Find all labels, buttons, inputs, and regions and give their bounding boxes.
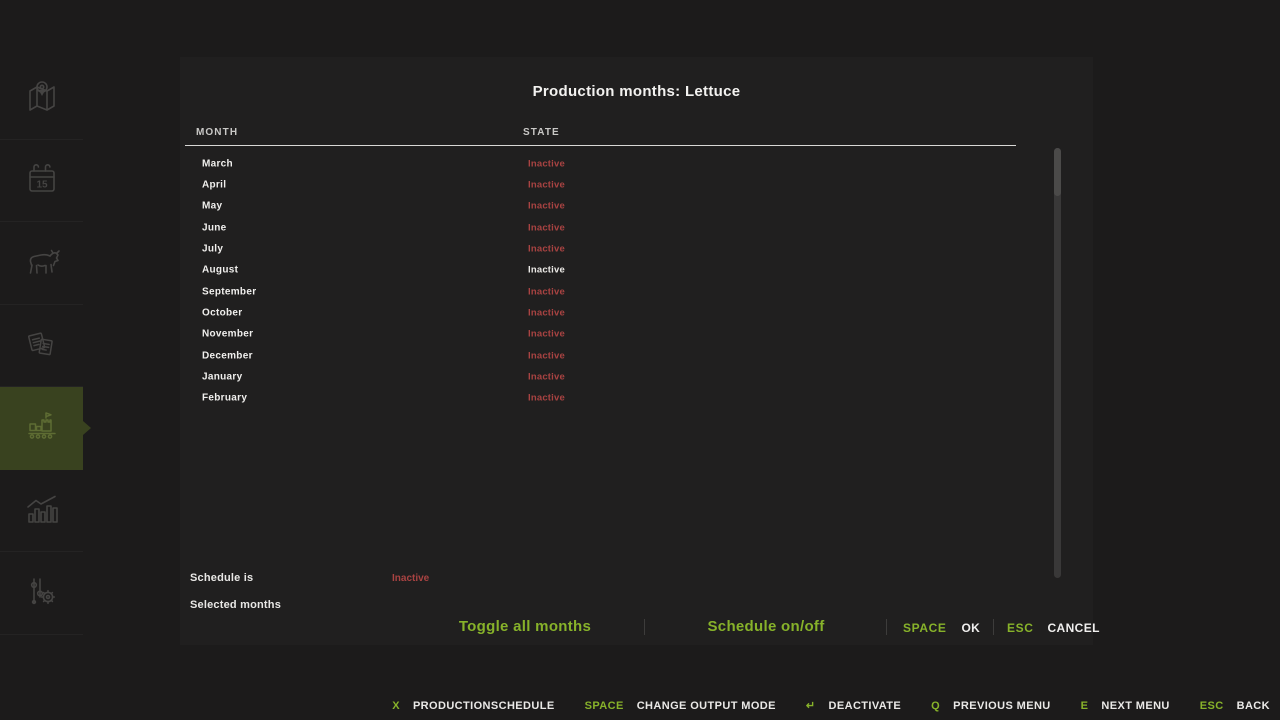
- scrollbar-thumb[interactable]: [1054, 148, 1061, 196]
- month-label: May: [202, 201, 222, 212]
- documents-icon: [20, 323, 64, 367]
- table-row-august-selected[interactable]: August Inactive: [180, 260, 1073, 281]
- table-row-june[interactable]: June Inactive: [180, 217, 1073, 238]
- action-divider: [644, 619, 645, 635]
- month-label: November: [202, 329, 253, 340]
- month-label: January: [202, 372, 242, 383]
- state-value: Inactive: [528, 286, 565, 297]
- enter-key-icon: ↵: [806, 699, 816, 712]
- keybind-help-bar: X PRODUCTIONSCHEDULE SPACE CHANGE OUTPUT…: [392, 699, 1270, 712]
- ok-key-hint: SPACE: [903, 621, 946, 635]
- month-label: June: [202, 222, 227, 233]
- help-production-schedule: X PRODUCTIONSCHEDULE: [392, 700, 554, 712]
- sidebar-nav: 15: [0, 57, 83, 635]
- month-label: October: [202, 308, 242, 319]
- table-scrollbar[interactable]: [1054, 148, 1061, 578]
- key-hint-e: E: [1081, 700, 1089, 712]
- state-value: Inactive: [528, 222, 565, 233]
- help-change-output-mode: SPACE CHANGE OUTPUT MODE: [585, 700, 776, 712]
- state-value: Inactive: [528, 158, 565, 169]
- map-icon: [20, 76, 64, 120]
- svg-text:15: 15: [36, 180, 48, 191]
- cancel-label: CANCEL: [1047, 621, 1099, 635]
- key-hint-x: X: [392, 700, 400, 712]
- action-divider: [993, 619, 994, 635]
- help-deactivate: ↵ DEACTIVATE: [806, 699, 901, 712]
- sliders-gear-icon: [20, 571, 64, 615]
- selected-months-label: Selected months: [190, 599, 281, 611]
- state-value: Inactive: [528, 244, 565, 255]
- state-value: Inactive: [528, 393, 565, 404]
- cancel-key-hint: ESC: [1007, 621, 1033, 635]
- state-value: Inactive: [528, 372, 565, 383]
- ok-button[interactable]: SPACE OK: [903, 621, 980, 635]
- cancel-button[interactable]: ESC CANCEL: [1007, 621, 1100, 635]
- month-label: September: [202, 286, 256, 297]
- help-previous-menu: Q PREVIOUS MENU: [931, 700, 1050, 712]
- table-row-july[interactable]: July Inactive: [180, 238, 1073, 259]
- help-next-menu: E NEXT MENU: [1081, 700, 1170, 712]
- key-hint-esc: ESC: [1200, 700, 1224, 712]
- schedule-is-value: Inactive: [392, 573, 429, 584]
- sidebar-item-animals[interactable]: [0, 222, 83, 305]
- table-row-may[interactable]: May Inactive: [180, 196, 1073, 217]
- schedule-is-label: Schedule is: [190, 572, 253, 584]
- table-row-march[interactable]: March Inactive: [180, 153, 1073, 174]
- ok-label: OK: [961, 621, 980, 635]
- sidebar-item-statistics[interactable]: [0, 470, 83, 553]
- sidebar-item-settings[interactable]: [0, 552, 83, 635]
- column-header-month: MONTH: [196, 127, 238, 138]
- state-value: Inactive: [528, 329, 565, 340]
- month-label: February: [202, 393, 247, 404]
- schedule-onoff-button[interactable]: Schedule on/off: [676, 618, 856, 635]
- table-row-april[interactable]: April Inactive: [180, 174, 1073, 195]
- production-months-dialog: Production months: Lettuce MONTH STATE M…: [180, 57, 1093, 645]
- chart-icon: [20, 488, 64, 532]
- toggle-all-months-button[interactable]: Toggle all months: [435, 618, 615, 635]
- help-back: ESC BACK: [1200, 700, 1270, 712]
- key-hint-q: Q: [931, 700, 940, 712]
- state-value: Inactive: [528, 180, 565, 191]
- table-header-divider: [185, 145, 1016, 146]
- month-label: August: [202, 265, 238, 276]
- factory-icon: [20, 406, 64, 450]
- month-label: December: [202, 350, 253, 361]
- cow-icon: [20, 241, 64, 285]
- table-row-september[interactable]: September Inactive: [180, 281, 1073, 302]
- sidebar-item-production[interactable]: [0, 387, 83, 470]
- calendar-icon: 15: [20, 158, 64, 202]
- month-label: April: [202, 180, 226, 191]
- table-row-february[interactable]: February Inactive: [180, 388, 1073, 409]
- month-label: July: [202, 244, 223, 255]
- dialog-action-bar: Toggle all months Schedule on/off SPACE …: [180, 615, 1093, 641]
- dialog-title: Production months: Lettuce: [180, 83, 1093, 100]
- sidebar-item-map[interactable]: [0, 57, 83, 140]
- month-label: March: [202, 158, 233, 169]
- table-row-october[interactable]: October Inactive: [180, 302, 1073, 323]
- state-value: Inactive: [528, 308, 565, 319]
- state-value: Inactive: [528, 201, 565, 212]
- table-row-november[interactable]: November Inactive: [180, 324, 1073, 345]
- sidebar-item-finances[interactable]: [0, 305, 83, 388]
- sidebar-item-calendar[interactable]: 15: [0, 140, 83, 223]
- months-table: March Inactive April Inactive May Inacti…: [180, 153, 1073, 409]
- table-row-january[interactable]: January Inactive: [180, 366, 1073, 387]
- key-hint-space: SPACE: [585, 700, 624, 712]
- state-value: Inactive: [528, 350, 565, 361]
- column-header-state: STATE: [523, 127, 560, 138]
- state-value: Inactive: [528, 265, 565, 276]
- table-row-december[interactable]: December Inactive: [180, 345, 1073, 366]
- action-divider: [886, 619, 887, 635]
- active-tab-notch: [83, 421, 91, 435]
